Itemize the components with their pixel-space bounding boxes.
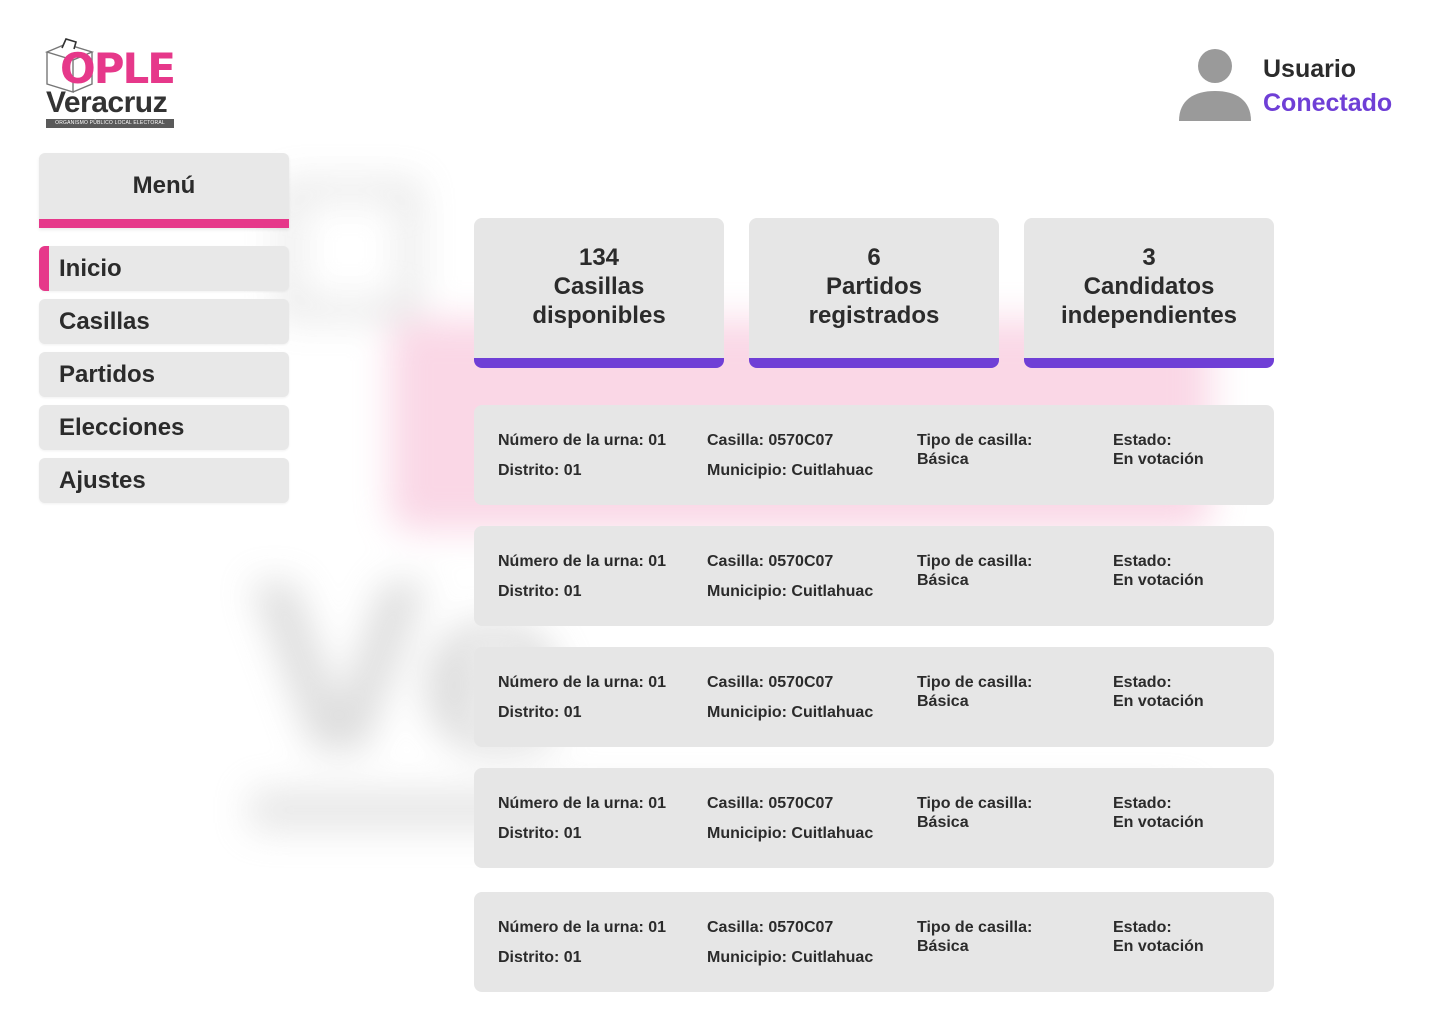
municipio: Municipio: Cuitlahuac: [707, 825, 874, 842]
estado-label: Estado:: [1113, 432, 1172, 449]
stat-label-line1: Casillas: [553, 272, 645, 300]
distrito: Distrito: 01: [498, 825, 582, 842]
stat-label-line2: independientes: [1060, 301, 1238, 329]
urna-number: Número de la urna: 01: [498, 919, 667, 936]
estado-label: Estado:: [1113, 553, 1172, 570]
tipo-value: Básica: [917, 572, 969, 589]
distrito: Distrito: 01: [498, 704, 582, 721]
casilla-row[interactable]: Número de la urna: 01 Distrito: 01 Casil…: [474, 892, 1274, 992]
casilla-row[interactable]: Número de la urna: 01 Distrito: 01 Casil…: [474, 647, 1274, 747]
stat-card-candidatos[interactable]: 3 Candidatos independientes: [1024, 218, 1274, 368]
sidebar-item-label: Inicio: [59, 254, 122, 282]
urna-number: Número de la urna: 01: [498, 674, 667, 691]
sidebar-item-label: Elecciones: [59, 413, 185, 441]
tipo-value: Básica: [917, 693, 969, 710]
tipo-label: Tipo de casilla:: [917, 795, 1033, 812]
estado-label: Estado:: [1113, 919, 1172, 936]
estado-value: En votación: [1113, 572, 1204, 589]
sidebar-item-partidos[interactable]: Partidos: [39, 352, 289, 397]
sidebar-item-label: Partidos: [59, 360, 156, 388]
user-status-panel[interactable]: Usuario Conectado: [1178, 48, 1408, 124]
casilla-row[interactable]: Número de la urna: 01 Distrito: 01 Casil…: [474, 405, 1274, 505]
urna-number: Número de la urna: 01: [498, 432, 667, 449]
estado-value: En votación: [1113, 938, 1204, 955]
casilla-id: Casilla: 0570C07: [707, 553, 834, 570]
tipo-value: Básica: [917, 938, 969, 955]
estado-label: Estado:: [1113, 795, 1172, 812]
stat-label-line1: Partidos: [825, 272, 923, 300]
urna-number: Número de la urna: 01: [498, 553, 667, 570]
tipo-label: Tipo de casilla:: [917, 919, 1033, 936]
sidebar-item-elecciones[interactable]: Elecciones: [39, 405, 289, 450]
estado-value: En votación: [1113, 814, 1204, 831]
urna-number: Número de la urna: 01: [498, 795, 667, 812]
estado-value: En votación: [1113, 693, 1204, 710]
tipo-label: Tipo de casilla:: [917, 553, 1033, 570]
municipio: Municipio: Cuitlahuac: [707, 462, 874, 479]
distrito: Distrito: 01: [498, 462, 582, 479]
casilla-id: Casilla: 0570C07: [707, 795, 834, 812]
estado-value: En votación: [1113, 451, 1204, 468]
distrito: Distrito: 01: [498, 583, 582, 600]
municipio: Municipio: Cuitlahuac: [707, 949, 874, 966]
tipo-label: Tipo de casilla:: [917, 432, 1033, 449]
stat-label-line1: Candidatos: [1083, 272, 1215, 300]
sidebar-menu: Inicio Casillas Partidos Elecciones Ajus…: [39, 246, 289, 511]
stat-label-line2: disponibles: [532, 301, 666, 329]
tipo-value: Básica: [917, 814, 969, 831]
sidebar-item-label: Casillas: [59, 307, 150, 335]
stat-card-partidos[interactable]: 6 Partidos registrados: [749, 218, 999, 368]
tipo-value: Básica: [917, 451, 969, 468]
municipio: Municipio: Cuitlahuac: [707, 704, 874, 721]
sidebar-item-ajustes[interactable]: Ajustes: [39, 458, 289, 503]
logo-region: Veracruz: [46, 86, 168, 119]
municipio: Municipio: Cuitlahuac: [707, 583, 874, 600]
user-connection-status: Conectado: [1263, 89, 1393, 117]
page: Ve OPLE Veracruz ORGANISMO PÚBLICO LOCAL…: [0, 0, 1440, 1024]
stat-value: 6: [867, 243, 881, 271]
tipo-label: Tipo de casilla:: [917, 674, 1033, 691]
casilla-id: Casilla: 0570C07: [707, 674, 834, 691]
sidebar-item-casillas[interactable]: Casillas: [39, 299, 289, 344]
casilla-id: Casilla: 0570C07: [707, 919, 834, 936]
casilla-id: Casilla: 0570C07: [707, 432, 834, 449]
stat-label-line2: registrados: [808, 301, 940, 329]
sidebar-item-label: Ajustes: [59, 466, 146, 494]
estado-label: Estado:: [1113, 674, 1172, 691]
summary-stats: 134 Casillas disponibles 6 Partidos regi…: [474, 218, 1274, 368]
stat-value: 134: [578, 243, 620, 271]
stat-value: 3: [1142, 243, 1156, 271]
logo-brand: OPLE: [60, 44, 176, 93]
user-name: Usuario: [1263, 55, 1357, 83]
logo-tagline: ORGANISMO PÚBLICO LOCAL ELECTORAL: [46, 119, 174, 128]
casilla-row[interactable]: Número de la urna: 01 Distrito: 01 Casil…: [474, 526, 1274, 626]
ople-logo: OPLE Veracruz ORGANISMO PÚBLICO LOCAL EL…: [44, 38, 184, 130]
user-avatar-icon: [1179, 49, 1251, 121]
casilla-row[interactable]: Número de la urna: 01 Distrito: 01 Casil…: [474, 768, 1274, 868]
menu-title: Menú: [39, 153, 289, 228]
distrito: Distrito: 01: [498, 949, 582, 966]
sidebar-item-inicio[interactable]: Inicio: [39, 246, 289, 291]
stat-card-casillas[interactable]: 134 Casillas disponibles: [474, 218, 724, 368]
